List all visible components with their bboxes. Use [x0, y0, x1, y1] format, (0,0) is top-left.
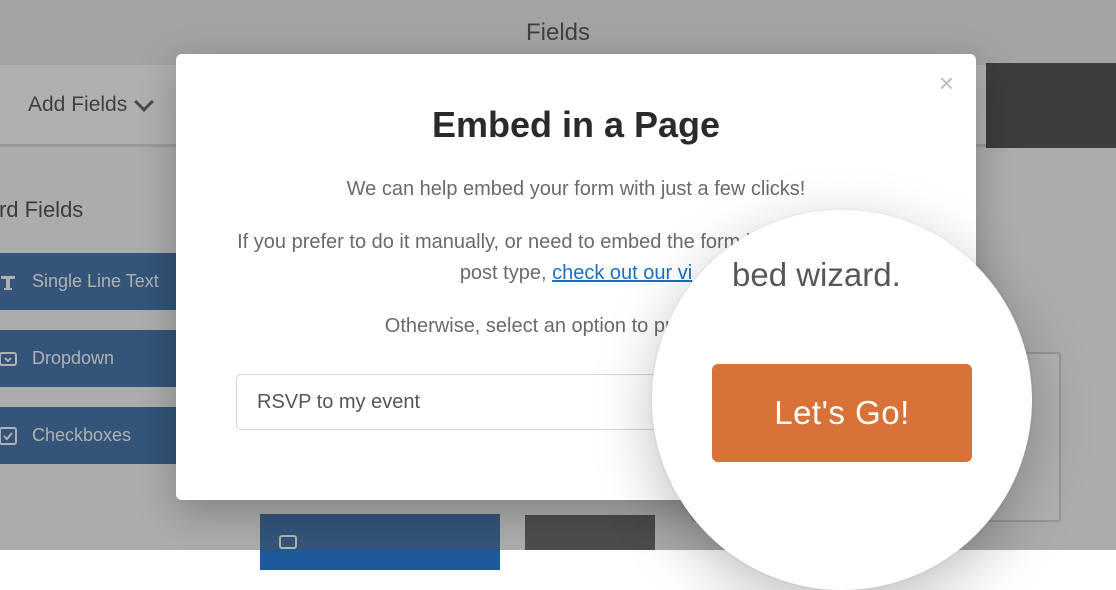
lets-go-button[interactable]: Let's Go! [712, 364, 972, 462]
close-icon[interactable]: × [939, 70, 954, 96]
modal-subtitle: We can help embed your form with just a … [236, 174, 916, 205]
modal-title: Embed in a Page [236, 104, 916, 146]
magnified-text-fragment: bed wizard. [732, 256, 901, 294]
magnifier-lens: bed wizard. Let's Go! [652, 210, 1032, 590]
